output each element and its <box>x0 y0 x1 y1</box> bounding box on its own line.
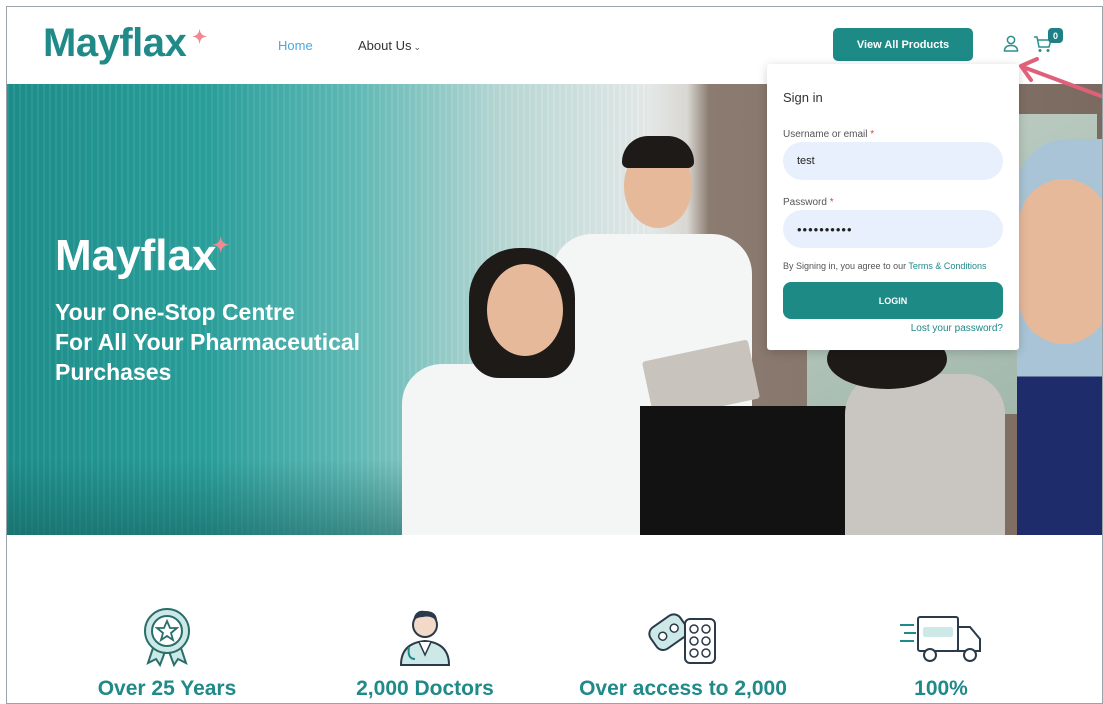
colleague-image <box>845 374 1005 535</box>
hero-logo-spark-icon: ✦ <box>212 235 230 257</box>
hero-logo: Mayflax✦ <box>55 231 233 281</box>
hijab-woman-face <box>1019 179 1102 344</box>
hero-tagline-line: Purchases <box>55 359 172 385</box>
feature-medicines: Over access to 2,000 <box>573 605 793 701</box>
annotation-arrow-icon <box>1019 57 1102 99</box>
user-account-icon[interactable] <box>1003 35 1019 53</box>
logo-spark-icon: ✦ <box>192 27 207 47</box>
cart-count-badge: 0 <box>1048 28 1063 43</box>
view-all-products-button[interactable]: View All Products <box>833 28 973 61</box>
terms-link[interactable]: Terms & Conditions <box>908 261 986 271</box>
terms-prefix: By Signing in, you agree to our <box>783 261 907 271</box>
site-logo-text: Mayflax <box>43 21 187 65</box>
hero-tagline-line: For All Your Pharmaceutical <box>55 329 361 355</box>
password-label: Password * <box>783 197 834 208</box>
nav-about-label: About Us <box>358 38 412 53</box>
feature-years: Over 25 Years <box>57 605 277 701</box>
signin-dropdown: Sign in Username or email * Password * B… <box>767 64 1019 350</box>
lost-password-link[interactable]: Lost your password? <box>911 323 1003 334</box>
feature-delivery: 100% <box>831 605 1051 701</box>
pills-icon <box>648 613 716 664</box>
award-badge-icon <box>144 608 190 667</box>
feature-doctors: 2,000 Doctors <box>315 605 535 701</box>
username-label: Username or email * <box>783 129 874 140</box>
delivery-truck-icon <box>900 616 981 662</box>
login-button[interactable]: LOGIN <box>783 282 1003 319</box>
hero-tagline: Your One-Stop Centre For All Your Pharma… <box>55 297 415 387</box>
password-label-text: Password <box>783 197 827 208</box>
seated-doctor-head <box>487 264 563 356</box>
hero-tagline-line: Your One-Stop Centre <box>55 299 295 325</box>
feature-delivery-text: 100% <box>914 677 968 700</box>
signin-title: Sign in <box>783 90 823 105</box>
laptop-image <box>640 406 850 535</box>
required-mark: * <box>829 197 834 208</box>
page-frame: Mayflax ✦ Home About Us ⌄ View All Produc… <box>6 6 1103 704</box>
feature-years-text: Over 25 Years <box>97 677 237 700</box>
doctor-icon <box>399 610 451 666</box>
username-label-text: Username or email <box>783 129 868 140</box>
nav-home-link[interactable]: Home <box>278 38 313 53</box>
password-input[interactable] <box>783 210 1003 248</box>
chevron-down-icon: ⌄ <box>413 42 422 52</box>
username-input[interactable] <box>783 142 1003 180</box>
terms-notice: By Signing in, you agree to our Terms & … <box>783 261 986 271</box>
hero-logo-text: Mayflax <box>55 231 217 280</box>
feature-doctors-text: 2,000 Doctors <box>356 677 494 700</box>
standing-doctor-hair <box>622 136 694 168</box>
feature-medicines-text: Over access to 2,000 <box>579 677 787 700</box>
required-mark: * <box>870 129 875 140</box>
site-logo[interactable]: Mayflax ✦ <box>43 21 207 66</box>
nav-about-menu[interactable]: About Us ⌄ <box>358 38 421 53</box>
seated-doctor-image <box>402 364 632 535</box>
